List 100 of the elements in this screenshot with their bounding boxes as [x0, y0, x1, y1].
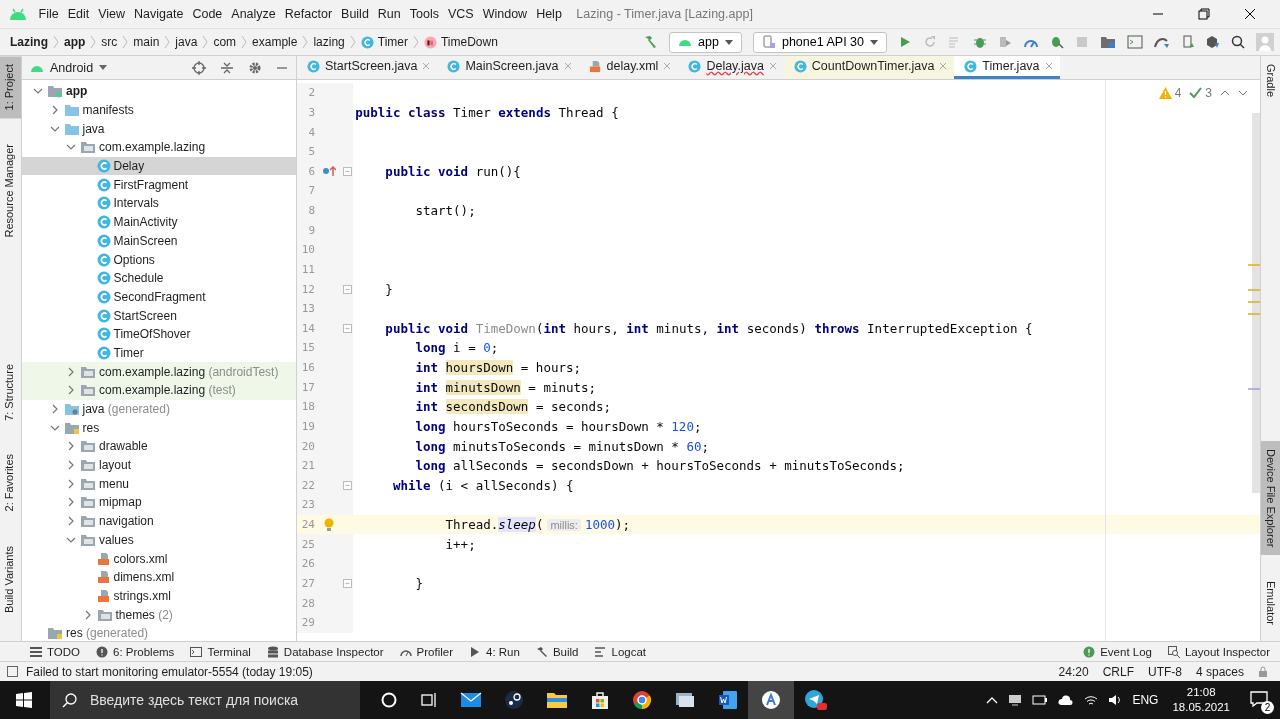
- tree-item[interactable]: SecondFragment: [22, 287, 296, 307]
- run-configuration-dropdown[interactable]: app: [669, 31, 742, 53]
- volume-icon[interactable]: [1108, 694, 1123, 706]
- tree-item[interactable]: MainScreen: [22, 231, 296, 251]
- fold-marker-icon[interactable]: [343, 480, 352, 490]
- breadcrumb-item[interactable]: Timer: [360, 35, 408, 49]
- editor-tab[interactable]: Delay.java: [678, 56, 784, 79]
- fold-marker-icon[interactable]: [343, 284, 352, 294]
- menubar-entry[interactable]: Window: [478, 7, 532, 21]
- tree-item[interactable]: java: [22, 119, 296, 139]
- chevron-right-icon[interactable]: [66, 441, 76, 452]
- breadcrumb-item[interactable]: app: [64, 35, 86, 49]
- tree-item[interactable]: com.example.lazing: [22, 138, 296, 157]
- tree-item[interactable]: manifests: [22, 100, 296, 120]
- restore-icon[interactable]: [1198, 8, 1210, 20]
- tree-item[interactable]: navigation: [22, 511, 296, 531]
- chevron-right-icon[interactable]: [66, 478, 76, 489]
- status-message[interactable]: Failed to start monitoring emulator-5554 (today 19:05): [26, 664, 313, 679]
- editor-tab[interactable]: MainScreen.java: [437, 56, 579, 79]
- tree-item[interactable]: Options: [22, 250, 296, 269]
- tree-item[interactable]: themes (2): [22, 605, 296, 624]
- tool-window-tab[interactable]: 6: Problems: [96, 645, 175, 658]
- project-view-dropdown[interactable]: Android: [30, 60, 108, 75]
- editor-tab[interactable]: Timer.java: [954, 56, 1060, 79]
- breadcrumb-item[interactable]: src: [101, 35, 118, 49]
- tree-item[interactable]: strings.xml: [22, 586, 296, 606]
- tool-window-tab[interactable]: 7: Structure: [0, 355, 21, 429]
- locate-icon[interactable]: [192, 60, 206, 75]
- steam-icon[interactable]: [504, 690, 524, 710]
- tool-window-tab[interactable]: TODO: [30, 645, 80, 658]
- tool-window-tab[interactable]: 2: Favorites: [0, 446, 21, 520]
- cortana-icon[interactable]: [380, 691, 398, 709]
- mail-icon[interactable]: [460, 691, 482, 709]
- breadcrumb-item[interactable]: lazing: [313, 35, 345, 49]
- tree-item[interactable]: Schedule: [22, 268, 296, 288]
- tree-item[interactable]: java (generated): [22, 399, 296, 419]
- windows-start-icon[interactable]: [16, 692, 32, 708]
- tool-window-tab[interactable]: Build: [535, 645, 579, 658]
- scrollbar[interactable]: [1248, 113, 1260, 493]
- tree-item[interactable]: menu: [22, 474, 296, 494]
- menubar-entry[interactable]: Run: [373, 7, 406, 21]
- tool-window-tab[interactable]: Device File Explorer: [1261, 440, 1280, 555]
- tree-item[interactable]: StartScreen: [22, 306, 296, 325]
- settings-icon[interactable]: [248, 60, 262, 75]
- task-view-icon[interactable]: [420, 691, 438, 709]
- device-dropdown[interactable]: phone1 API 30: [752, 31, 887, 53]
- menubar-entry[interactable]: Build: [336, 7, 374, 21]
- menubar-entry[interactable]: VCS: [443, 7, 479, 21]
- input-language[interactable]: ENG: [1132, 693, 1159, 707]
- tool-window-tab[interactable]: 1: Project: [0, 56, 21, 119]
- status-toggle-icon[interactable]: [7, 666, 18, 677]
- run-icon[interactable]: [898, 35, 912, 49]
- tree-item[interactable]: layout: [22, 455, 296, 475]
- lightbulb-icon[interactable]: [323, 517, 335, 532]
- phone-icon[interactable]: [1181, 35, 1195, 49]
- chevron-up-icon[interactable]: [986, 696, 999, 704]
- menubar-entry[interactable]: Code: [187, 7, 227, 21]
- tool-window-tab[interactable]: Event Log: [1083, 645, 1152, 658]
- tool-window-tab[interactable]: 4: Run: [469, 645, 520, 658]
- tree-item[interactable]: Intervals: [22, 194, 296, 213]
- breadcrumb-item[interactable]: main: [133, 35, 160, 49]
- debug-icon[interactable]: [973, 35, 987, 49]
- editor-tab[interactable]: CountDownTimer.java: [783, 56, 955, 79]
- search-icon[interactable]: [1231, 35, 1245, 49]
- tree-item[interactable]: values: [22, 530, 296, 550]
- close-icon[interactable]: [1244, 8, 1256, 20]
- collapse-all-icon[interactable]: [220, 60, 234, 75]
- chevron-right-icon[interactable]: [66, 460, 76, 471]
- breadcrumb-item[interactable]: Lazing: [10, 35, 48, 49]
- wifi-icon[interactable]: [1084, 694, 1099, 706]
- menubar-entry[interactable]: Edit: [63, 7, 94, 21]
- breadcrumb-item[interactable]: TimeDown: [424, 35, 498, 49]
- tool-window-tab[interactable]: Resource Manager: [0, 136, 21, 247]
- fold-marker-icon[interactable]: [343, 166, 352, 176]
- tree-item[interactable]: drawable: [22, 437, 296, 456]
- tree-item[interactable]: app: [22, 82, 296, 101]
- caret-position[interactable]: 24:20: [1058, 664, 1089, 679]
- folder-icon[interactable]: [1100, 35, 1116, 49]
- breadcrumb-item[interactable]: example: [252, 35, 298, 49]
- lock-icon[interactable]: [1258, 665, 1268, 678]
- battery-icon[interactable]: [1032, 695, 1049, 705]
- chrome-icon[interactable]: [632, 690, 652, 710]
- menubar-entry[interactable]: File: [34, 7, 64, 21]
- breadcrumb-item[interactable]: com: [213, 35, 237, 49]
- tool-window-tab[interactable]: Logcat: [594, 645, 646, 658]
- warning-count[interactable]: 4: [1158, 86, 1182, 100]
- store-icon[interactable]: [590, 690, 610, 710]
- menubar-entry[interactable]: Help: [531, 7, 567, 21]
- tree-item[interactable]: FirstFragment: [22, 175, 296, 195]
- clock-date[interactable]: 18.05.2021: [1172, 700, 1230, 715]
- menubar-entry[interactable]: Analyze: [226, 7, 281, 21]
- indent-setting[interactable]: 4 spaces: [1195, 664, 1244, 679]
- file-encoding[interactable]: UTF-8: [1147, 664, 1182, 679]
- tool-window-tab[interactable]: Emulator: [1261, 572, 1280, 633]
- tree-item[interactable]: colors.xml: [22, 549, 296, 568]
- tool-window-tab[interactable]: Database Inspector: [266, 645, 384, 658]
- tree-item[interactable]: mipmap: [22, 493, 296, 512]
- tree-item[interactable]: res: [22, 418, 296, 438]
- editor-tab[interactable]: delay.xml: [578, 56, 679, 79]
- tool-window-tab[interactable]: Gradle: [1261, 56, 1280, 106]
